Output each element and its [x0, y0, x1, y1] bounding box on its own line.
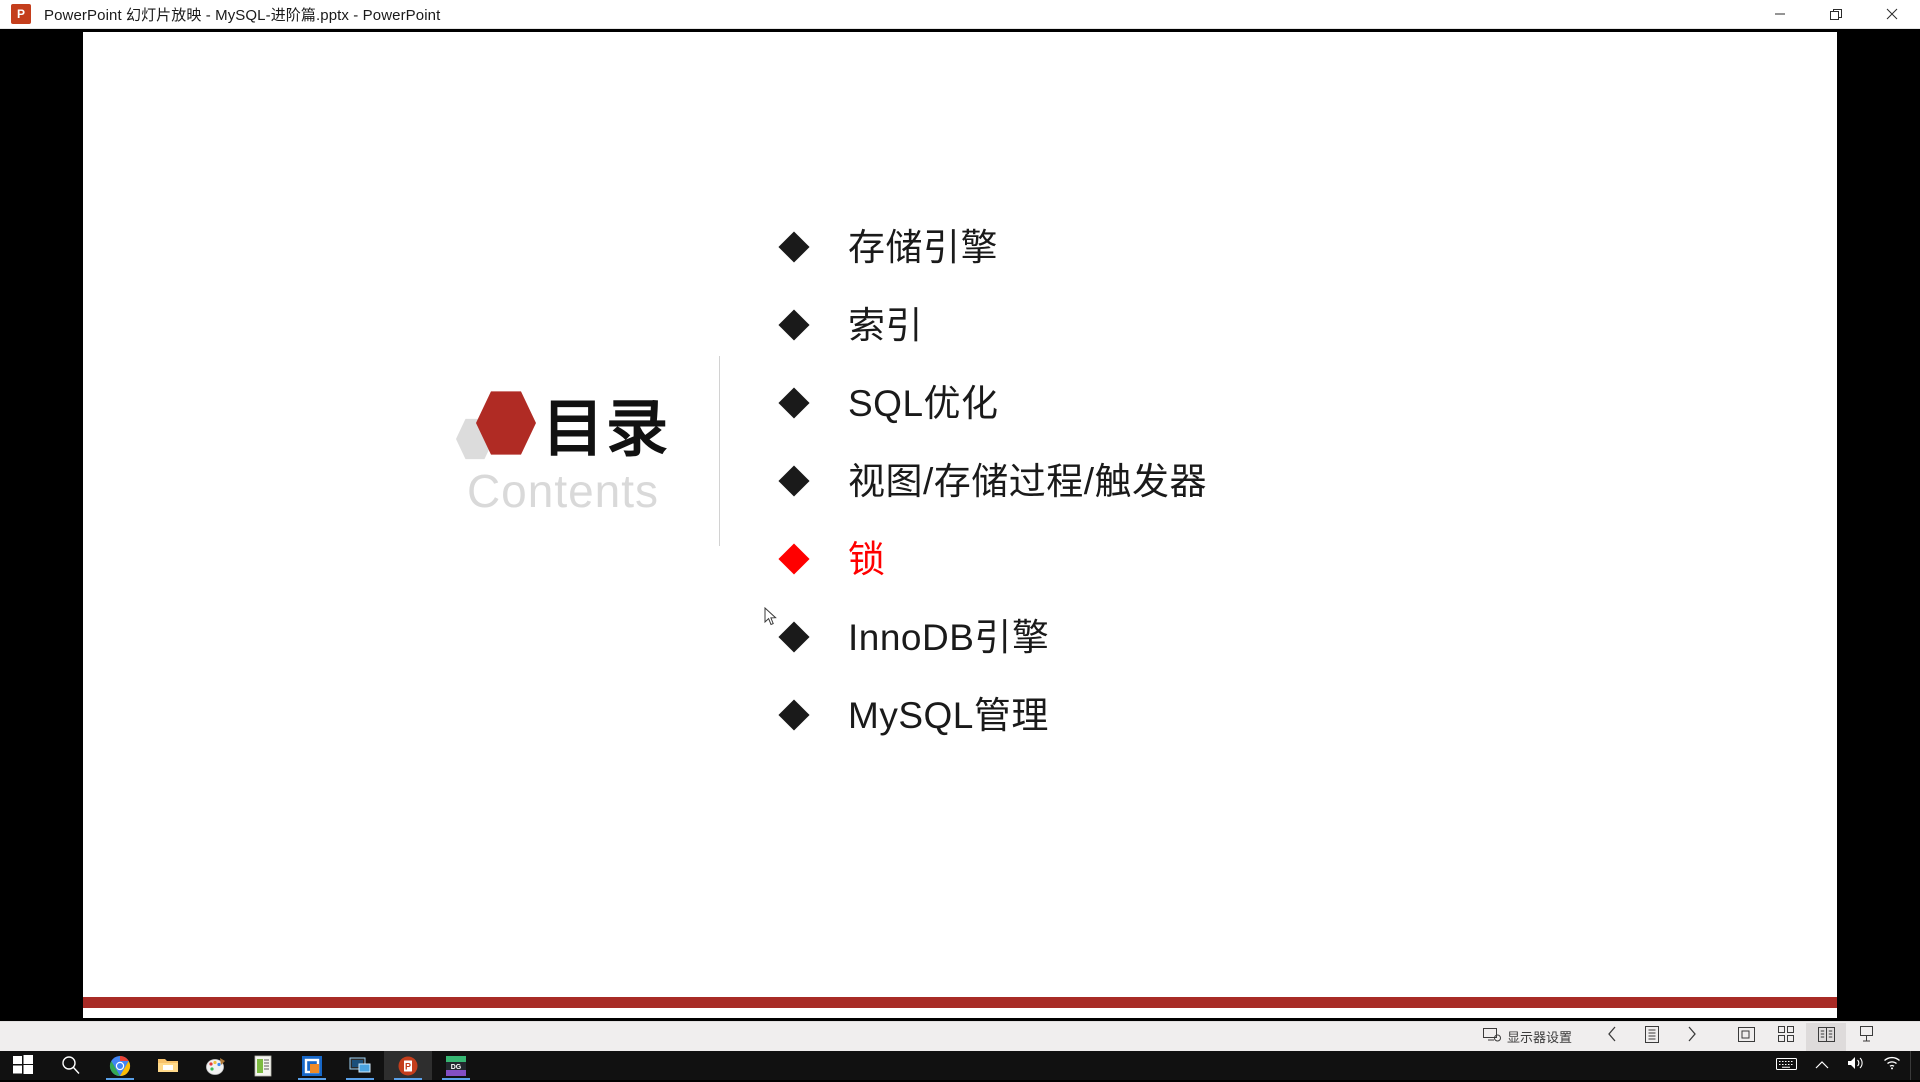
grid-slides-icon	[1778, 1026, 1795, 1047]
monitor-icon	[349, 1055, 371, 1077]
svg-text:DG: DG	[451, 1064, 462, 1071]
diamond-bullet-icon	[778, 543, 810, 575]
slide-accent-bar	[83, 997, 1837, 1008]
windows-taskbar: P DG	[0, 1051, 1920, 1080]
agenda-item-label: 视图/存储过程/触发器	[848, 460, 1208, 502]
hexagon-logo-icon	[455, 388, 536, 460]
agenda-item-label: MySQL管理	[848, 694, 1049, 736]
slide-menu-icon	[1645, 1025, 1660, 1048]
diamond-bullet-icon	[778, 309, 810, 341]
office-square-icon	[301, 1055, 323, 1077]
agenda-list: 存储引擎 索引 SQL优化 视图/存储过程/触发器 锁 InnoDB引擎 MyS…	[778, 212, 1583, 758]
speaker-icon	[1847, 1055, 1865, 1076]
diamond-bullet-icon	[778, 387, 810, 419]
wifi-icon	[1883, 1056, 1901, 1075]
start-button[interactable]	[0, 1051, 48, 1080]
agenda-item-label: InnoDB引擎	[848, 616, 1050, 658]
diamond-bullet-icon	[778, 621, 810, 653]
monitor-icon	[1483, 1028, 1501, 1045]
presenter-view-button[interactable]	[1846, 1023, 1886, 1051]
powerpoint-icon: P	[11, 4, 31, 24]
chevron-left-icon	[1606, 1026, 1618, 1047]
agenda-item-1[interactable]: 索引	[778, 290, 1583, 360]
powerpoint-icon: P	[397, 1055, 419, 1077]
agenda-item-6[interactable]: MySQL管理	[778, 680, 1583, 750]
folder-icon	[157, 1055, 179, 1077]
agenda-item-label: SQL优化	[848, 382, 999, 424]
magnify-slide-icon	[1737, 1026, 1755, 1047]
chevron-right-icon	[1686, 1026, 1698, 1047]
touch-keyboard-button[interactable]	[1767, 1051, 1806, 1080]
slideshow-status-bar: 显示器设置	[0, 1021, 1920, 1051]
powerpoint-button[interactable]: P	[384, 1051, 432, 1080]
next-slide-button[interactable]	[1672, 1023, 1712, 1051]
all-slides-button[interactable]	[1766, 1023, 1806, 1051]
contents-heading-block: 目录 Contents	[413, 382, 713, 514]
contents-title-en: Contents	[466, 465, 660, 517]
datagrip-button[interactable]: DG	[432, 1051, 480, 1080]
windows-logo-icon	[13, 1054, 35, 1077]
agenda-item-4[interactable]: 锁	[778, 524, 1583, 594]
reading-view-icon	[1817, 1026, 1835, 1047]
slide-canvas[interactable]: 目录 Contents 存储引擎 索引 SQL优化 视图/存储过程/触发器 锁 …	[83, 32, 1837, 1018]
notepad-button[interactable]	[240, 1051, 288, 1080]
agenda-item-label: 存储引擎	[848, 226, 998, 268]
minimize-button[interactable]	[1752, 0, 1808, 29]
agenda-item-label: 锁	[848, 538, 886, 580]
monitor-settings-label: 显示器设置	[1507, 1030, 1573, 1045]
chrome-icon	[109, 1055, 131, 1077]
window-title: PowerPoint 幻灯片放映 - MySQL-进阶篇.pptx - Powe…	[44, 6, 441, 24]
previous-slide-button[interactable]	[1592, 1023, 1632, 1051]
show-hidden-icons-button[interactable]	[1806, 1051, 1838, 1080]
close-button[interactable]	[1864, 0, 1920, 29]
file-explorer-button[interactable]	[144, 1051, 192, 1080]
monitor-settings-button[interactable]: 显示器设置	[1477, 1023, 1578, 1051]
vertical-divider	[719, 356, 720, 546]
paint-button[interactable]	[192, 1051, 240, 1080]
agenda-item-5[interactable]: InnoDB引擎	[778, 602, 1583, 672]
zoom-slide-button[interactable]	[1726, 1023, 1766, 1051]
remote-desktop-button[interactable]	[336, 1051, 384, 1080]
window-controls	[1752, 0, 1920, 29]
slide-menu-button[interactable]	[1632, 1023, 1672, 1051]
agenda-item-3[interactable]: 视图/存储过程/触发器	[778, 446, 1583, 516]
system-tray	[1767, 1051, 1920, 1080]
volume-button[interactable]	[1838, 1051, 1874, 1080]
diamond-bullet-icon	[778, 699, 810, 731]
show-desktop-button[interactable]	[1910, 1051, 1920, 1080]
presenter-view-icon	[1858, 1026, 1875, 1047]
agenda-item-2[interactable]: SQL优化	[778, 368, 1583, 438]
search-icon	[61, 1055, 83, 1077]
agenda-item-0[interactable]: 存储引擎	[778, 212, 1583, 282]
network-button[interactable]	[1874, 1051, 1910, 1080]
contents-title-cn: 目录	[541, 395, 670, 465]
paint-icon	[205, 1055, 227, 1077]
keyboard-icon	[1776, 1056, 1797, 1076]
diamond-bullet-icon	[778, 465, 810, 497]
search-button[interactable]	[48, 1051, 96, 1080]
restore-button[interactable]	[1808, 0, 1864, 29]
slideshow-stage[interactable]: 目录 Contents 存储引擎 索引 SQL优化 视图/存储过程/触发器 锁 …	[0, 29, 1920, 1051]
office-app-button[interactable]	[288, 1051, 336, 1080]
chrome-button[interactable]	[96, 1051, 144, 1080]
chevron-up-icon	[1815, 1057, 1829, 1075]
agenda-item-label: 索引	[848, 304, 923, 346]
datagrip-icon: DG	[445, 1055, 467, 1077]
svg-text:P: P	[405, 1061, 411, 1071]
reading-view-button[interactable]	[1806, 1022, 1847, 1051]
title-bar: P PowerPoint 幻灯片放映 - MySQL-进阶篇.pptx - Po…	[0, 0, 1920, 29]
document-icon	[253, 1055, 275, 1077]
diamond-bullet-icon	[778, 231, 810, 263]
